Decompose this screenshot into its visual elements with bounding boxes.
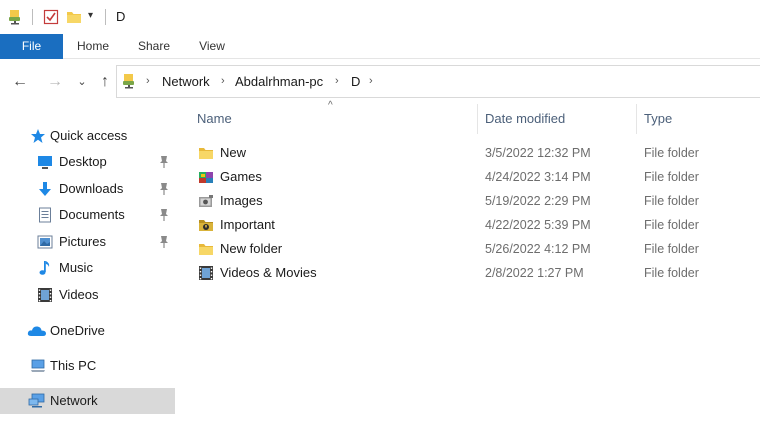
- column-header-date-modified[interactable]: Date modified: [485, 100, 565, 136]
- pictures-icon: [37, 235, 53, 249]
- file-name: Images: [220, 193, 263, 208]
- title-separator: [105, 9, 106, 25]
- file-name: Important: [220, 217, 275, 232]
- network-drive-icon[interactable]: [8, 9, 24, 25]
- nav-label-videos: Videos: [59, 287, 99, 302]
- file-date-modified: 5/26/2022 4:12 PM: [485, 242, 591, 256]
- computer-icon: [31, 359, 45, 372]
- network-icon: [28, 393, 45, 408]
- file-type: File folder: [644, 266, 699, 280]
- nav-item-music[interactable]: Music: [0, 255, 175, 281]
- nav-item-downloads[interactable]: Downloads: [0, 176, 175, 202]
- nav-item-network[interactable]: Network: [0, 388, 175, 414]
- breadcrumb-chevron-icon[interactable]: ›: [221, 66, 225, 97]
- important-folder-icon: [199, 220, 213, 231]
- file-date-modified: 4/22/2022 5:39 PM: [485, 218, 591, 232]
- tab-file[interactable]: File: [0, 34, 63, 59]
- nav-quick-access[interactable]: Quick access: [0, 123, 175, 149]
- column-divider[interactable]: [477, 104, 478, 134]
- breadcrumb-chevron-icon[interactable]: ›: [369, 66, 373, 97]
- nav-item-onedrive[interactable]: OneDrive: [0, 318, 175, 344]
- breadcrumb-d[interactable]: D: [351, 66, 360, 97]
- column-header-type[interactable]: Type: [644, 100, 672, 136]
- nav-label-music: Music: [59, 260, 93, 275]
- column-divider[interactable]: [636, 104, 637, 134]
- nav-label-downloads: Downloads: [59, 181, 124, 196]
- file-row[interactable]: New 3/5/2022 12:32 PM File folder: [185, 141, 760, 165]
- properties-icon[interactable]: [43, 9, 59, 25]
- file-date-modified: 2/8/2022 1:27 PM: [485, 266, 584, 280]
- sort-ascending-icon: ^: [328, 100, 333, 111]
- column-header-name[interactable]: Name: [197, 100, 232, 136]
- nav-item-this-pc[interactable]: This PC: [0, 353, 175, 379]
- videos-icon: [38, 288, 52, 302]
- breadcrumb-computer[interactable]: Abdalrhman-pc: [235, 66, 323, 97]
- file-type: File folder: [644, 242, 699, 256]
- file-type: File folder: [644, 170, 699, 184]
- nav-item-desktop[interactable]: Desktop: [0, 149, 175, 175]
- breadcrumb-network[interactable]: Network: [162, 66, 210, 97]
- file-type: File folder: [644, 146, 699, 160]
- file-date-modified: 4/24/2022 3:14 PM: [485, 170, 591, 184]
- file-list: ^ Name Date modified Type New 3/5/2022 1…: [185, 100, 760, 432]
- nav-label-pictures: Pictures: [59, 234, 106, 249]
- documents-icon: [39, 207, 51, 223]
- new-folder-icon[interactable]: [66, 9, 82, 25]
- folder-icon: [199, 148, 213, 159]
- pin-icon[interactable]: [158, 235, 170, 249]
- ribbon-tabs: File Home Share View: [0, 34, 760, 59]
- pin-icon[interactable]: [158, 182, 170, 196]
- nav-label-desktop: Desktop: [59, 154, 107, 169]
- file-name: New: [220, 145, 247, 160]
- file-type: File folder: [644, 194, 699, 208]
- window-title: D: [116, 9, 126, 24]
- navigation-pane: Quick access Desktop Downloads Documents…: [0, 105, 175, 432]
- file-date-modified: 3/5/2022 12:32 PM: [485, 146, 591, 160]
- star-icon: [31, 129, 45, 143]
- file-row[interactable]: Important 4/22/2022 5:39 PM File folder: [185, 213, 760, 237]
- up-arrow-icon[interactable]: ↑: [95, 72, 115, 92]
- pin-icon[interactable]: [158, 208, 170, 222]
- file-name: New folder: [220, 241, 283, 256]
- downloads-icon: [39, 182, 51, 196]
- file-name: Games: [220, 169, 262, 184]
- folder-icon: [199, 244, 213, 255]
- network-drive-icon: [123, 74, 134, 89]
- file-name: Videos & Movies: [220, 265, 317, 280]
- desktop-icon: [38, 156, 52, 169]
- tab-view[interactable]: View: [190, 34, 234, 59]
- tab-share[interactable]: Share: [128, 34, 180, 59]
- music-icon: [39, 261, 50, 275]
- games-folder-icon: [199, 172, 213, 183]
- videos-folder-icon: [199, 266, 213, 280]
- file-row[interactable]: Games 4/24/2022 3:14 PM File folder: [185, 165, 760, 189]
- nav-item-pictures[interactable]: Pictures: [0, 229, 175, 255]
- nav-item-documents[interactable]: Documents: [0, 202, 175, 228]
- nav-label-network: Network: [50, 393, 98, 408]
- recent-locations-chevron-icon[interactable]: ⌄: [72, 72, 92, 92]
- breadcrumb-chevron-icon[interactable]: ›: [335, 66, 339, 97]
- nav-label-onedrive: OneDrive: [50, 323, 105, 338]
- images-folder-icon: [199, 195, 213, 207]
- customize-toolbar-icon[interactable]: ▾: [88, 10, 93, 21]
- pin-icon[interactable]: [158, 155, 170, 169]
- address-bar[interactable]: › Network › Abdalrhman-pc › D ›: [116, 65, 760, 98]
- file-row[interactable]: New folder 5/26/2022 4:12 PM File folder: [185, 237, 760, 261]
- breadcrumb-chevron-icon[interactable]: ›: [146, 66, 150, 97]
- nav-label-documents: Documents: [59, 207, 125, 222]
- file-type: File folder: [644, 218, 699, 232]
- title-bar: ▾ D: [0, 0, 760, 34]
- forward-arrow-icon[interactable]: →: [45, 72, 65, 92]
- file-row[interactable]: Videos & Movies 2/8/2022 1:27 PM File fo…: [185, 261, 760, 285]
- nav-label-quick-access: Quick access: [50, 128, 128, 143]
- address-row: ← → ⌄ ↑ › Network › Abdalrhman-pc › D ›: [0, 60, 760, 105]
- file-date-modified: 5/19/2022 2:29 PM: [485, 194, 591, 208]
- file-row[interactable]: Images 5/19/2022 2:29 PM File folder: [185, 189, 760, 213]
- nav-item-videos[interactable]: Videos: [0, 282, 175, 308]
- title-separator: [32, 9, 33, 25]
- tab-home[interactable]: Home: [68, 34, 118, 59]
- onedrive-cloud-icon: [27, 326, 46, 336]
- back-arrow-icon[interactable]: ←: [10, 72, 30, 92]
- nav-label-this-pc: This PC: [50, 358, 97, 373]
